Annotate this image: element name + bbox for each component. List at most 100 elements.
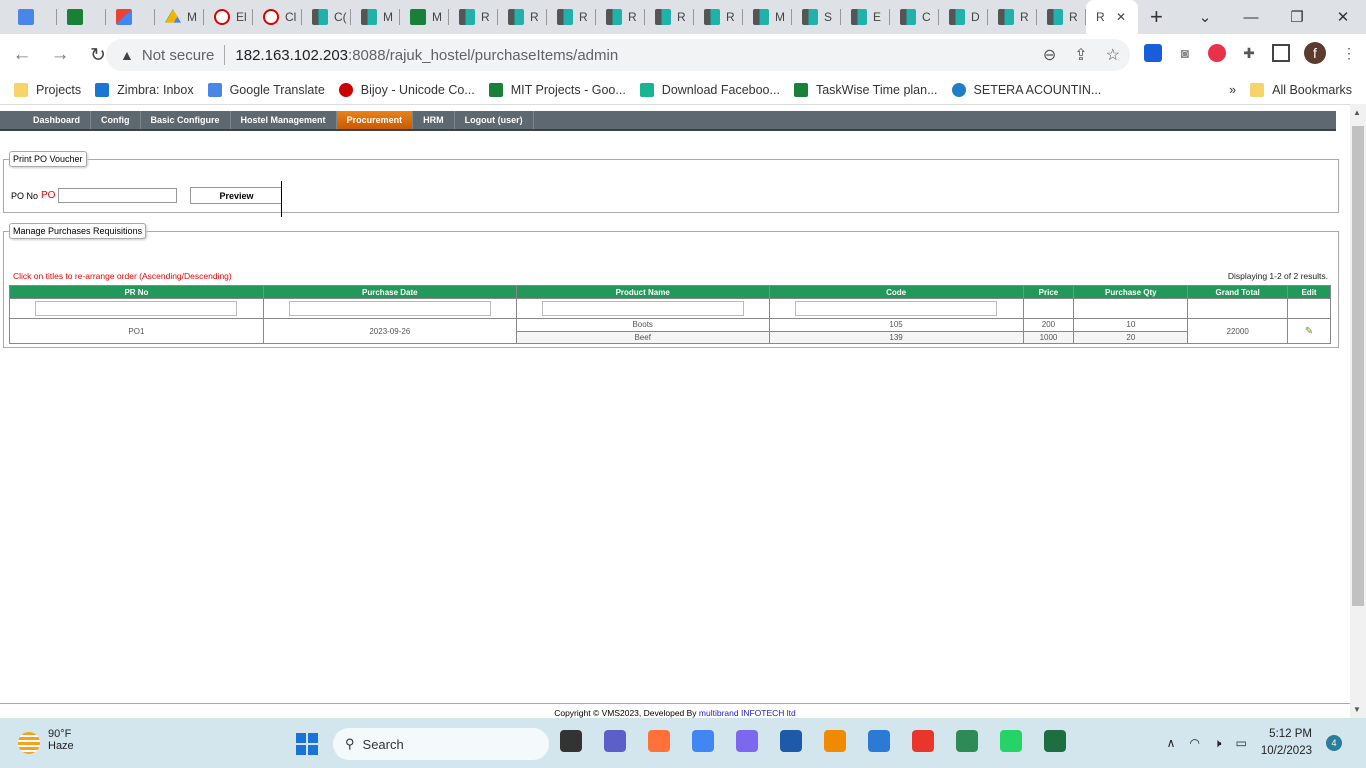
browser-tab[interactable] [8, 0, 57, 34]
po-no-input[interactable] [58, 188, 178, 203]
filter-code[interactable] [795, 301, 998, 316]
browser-tab[interactable]: D [939, 0, 988, 34]
column-header[interactable]: Purchase Date [262, 285, 517, 299]
bookmark-item[interactable]: Bijoy - Unicode Co... [338, 83, 475, 97]
menu-item-hrm[interactable]: HRM [413, 111, 455, 129]
taskbar-app-icon[interactable] [1000, 730, 1022, 752]
all-bookmarks[interactable]: All Bookmarks [1272, 83, 1352, 97]
bookmark-item[interactable]: Google Translate [207, 83, 325, 97]
page-scrollbar[interactable]: ▲ ▼ [1350, 104, 1366, 718]
filter-purchase-date[interactable] [288, 301, 491, 316]
close-window-button[interactable]: ✕ [1320, 8, 1366, 26]
bitwarden-icon[interactable] [1144, 44, 1162, 62]
menu-kebab-icon[interactable]: ⋮ [1340, 44, 1358, 62]
taskbar-app-icon[interactable] [824, 730, 846, 752]
column-header[interactable]: Code [768, 285, 1024, 299]
taskbar-app-icon[interactable] [1044, 730, 1066, 752]
camera-icon[interactable]: ◙ [1176, 44, 1194, 62]
taskbar-search[interactable]: ⚲ Search [333, 728, 549, 760]
taskbar-app-icon[interactable] [868, 730, 890, 752]
browser-tab[interactable]: S [792, 0, 841, 34]
share-icon[interactable]: ⇪ [1074, 45, 1087, 65]
taskbar-app-icon[interactable] [912, 730, 934, 752]
browser-tab[interactable]: R [645, 0, 694, 34]
zoom-icon[interactable]: ⊖ [1043, 45, 1056, 65]
security-label[interactable]: Not secure [142, 47, 215, 64]
browser-tab[interactable]: R [694, 0, 743, 34]
browser-tab[interactable]: M [155, 0, 204, 34]
browser-tab[interactable] [57, 0, 106, 34]
wifi-icon[interactable]: ◠ [1189, 736, 1199, 750]
menu-item-procurement[interactable]: Procurement [336, 111, 414, 129]
clock[interactable]: 5:12 PM 10/2/2023 [1261, 726, 1312, 760]
maximize-button[interactable]: ❐ [1274, 8, 1320, 26]
browser-tab[interactable]: R [988, 0, 1037, 34]
bookmark-star-icon[interactable]: ☆ [1106, 45, 1120, 65]
side-panel-icon[interactable] [1272, 44, 1290, 62]
scroll-up-icon[interactable]: ▲ [1353, 108, 1361, 117]
column-header[interactable]: Price [1022, 285, 1075, 299]
taskbar-app-icon[interactable] [956, 730, 978, 752]
filter-product-name[interactable] [541, 301, 744, 316]
scrollbar-thumb[interactable] [1352, 126, 1364, 606]
menu-item-basic-configure[interactable]: Basic Configure [141, 111, 231, 129]
forward-icon[interactable]: → [44, 44, 76, 66]
browser-tab[interactable]: R [449, 0, 498, 34]
column-header[interactable]: Grand Total [1187, 285, 1289, 299]
browser-tab[interactable]: R [596, 0, 645, 34]
weather-widget[interactable]: 90°F Haze [18, 728, 74, 754]
browser-tab[interactable]: M [400, 0, 449, 34]
taskbar-app-icon[interactable] [780, 730, 802, 752]
browser-tab[interactable]: R [1037, 0, 1086, 34]
taskbar-app-icon[interactable] [692, 730, 714, 752]
browser-tab[interactable]: C [890, 0, 939, 34]
minimize-button[interactable]: — [1228, 9, 1274, 26]
taskbar-app-icon[interactable] [604, 730, 626, 752]
bookmark-item[interactable]: MIT Projects - Goo... [488, 83, 626, 97]
browser-tab[interactable]: R [498, 0, 547, 34]
browser-tab[interactable]: El [204, 0, 253, 34]
battery-icon[interactable]: ▭ [1235, 736, 1246, 750]
browser-tab[interactable] [106, 0, 155, 34]
preview-button[interactable]: Preview [190, 187, 283, 204]
menu-item-logout-user-[interactable]: Logout (user) [455, 111, 534, 129]
browser-tab[interactable]: E [841, 0, 890, 34]
volume-muted-icon[interactable]: 🕨 [1214, 736, 1222, 751]
browser-tab-active[interactable]: R ✕ [1086, 0, 1138, 34]
browser-tab[interactable]: M [351, 0, 400, 34]
extensions-puzzle-icon[interactable]: ✚ [1240, 44, 1258, 62]
taskbar-app-icon[interactable] [736, 730, 758, 752]
menu-item-hostel-management[interactable]: Hostel Management [231, 111, 337, 129]
bookmark-item[interactable]: SETERA ACOUNTIN... [951, 83, 1101, 97]
column-header[interactable]: PR No [9, 285, 264, 299]
column-header[interactable]: Purchase Qty [1073, 285, 1189, 299]
menu-item-config[interactable]: Config [91, 111, 141, 129]
bookmark-item[interactable]: Projects [14, 83, 81, 97]
column-header[interactable]: Product Name [515, 285, 770, 299]
developer-link[interactable]: multibrand INFOTECH ltd [699, 708, 796, 718]
browser-tab[interactable]: R [547, 0, 596, 34]
extension-red-icon[interactable] [1208, 44, 1226, 62]
show-hidden-icons[interactable]: ∧ [1167, 736, 1176, 750]
windows-start-icon[interactable] [296, 733, 318, 755]
browser-tab[interactable]: Cl [253, 0, 302, 34]
bookmark-item[interactable]: Download Faceboo... [639, 83, 780, 97]
back-icon[interactable]: ← [6, 44, 38, 66]
more-bookmarks-icon[interactable]: » [1229, 83, 1236, 97]
menu-item-dashboard[interactable]: Dashboard [23, 111, 92, 129]
taskbar-app-icon[interactable] [560, 730, 582, 752]
taskbar-app-icon[interactable] [648, 730, 670, 752]
tab-search-icon[interactable]: ⌄ [1182, 8, 1228, 26]
browser-tab[interactable]: C( [302, 0, 351, 34]
filter-pr-no[interactable] [35, 301, 238, 316]
url-bar[interactable]: ▲ Not secure 182.163.102.203:8088/rajuk_… [106, 39, 1130, 71]
new-tab-button[interactable]: + [1150, 4, 1180, 30]
browser-tab[interactable]: M [743, 0, 792, 34]
scroll-down-icon[interactable]: ▼ [1353, 705, 1361, 714]
column-header[interactable]: Edit [1287, 285, 1331, 299]
tab-close-icon[interactable]: ✕ [1116, 10, 1126, 24]
bookmark-item[interactable]: TaskWise Time plan... [793, 83, 938, 97]
edit-pencil-icon[interactable]: ✎ [1305, 326, 1313, 337]
profile-avatar[interactable]: f [1304, 42, 1326, 64]
bookmark-item[interactable]: Zimbra: Inbox [95, 83, 194, 97]
